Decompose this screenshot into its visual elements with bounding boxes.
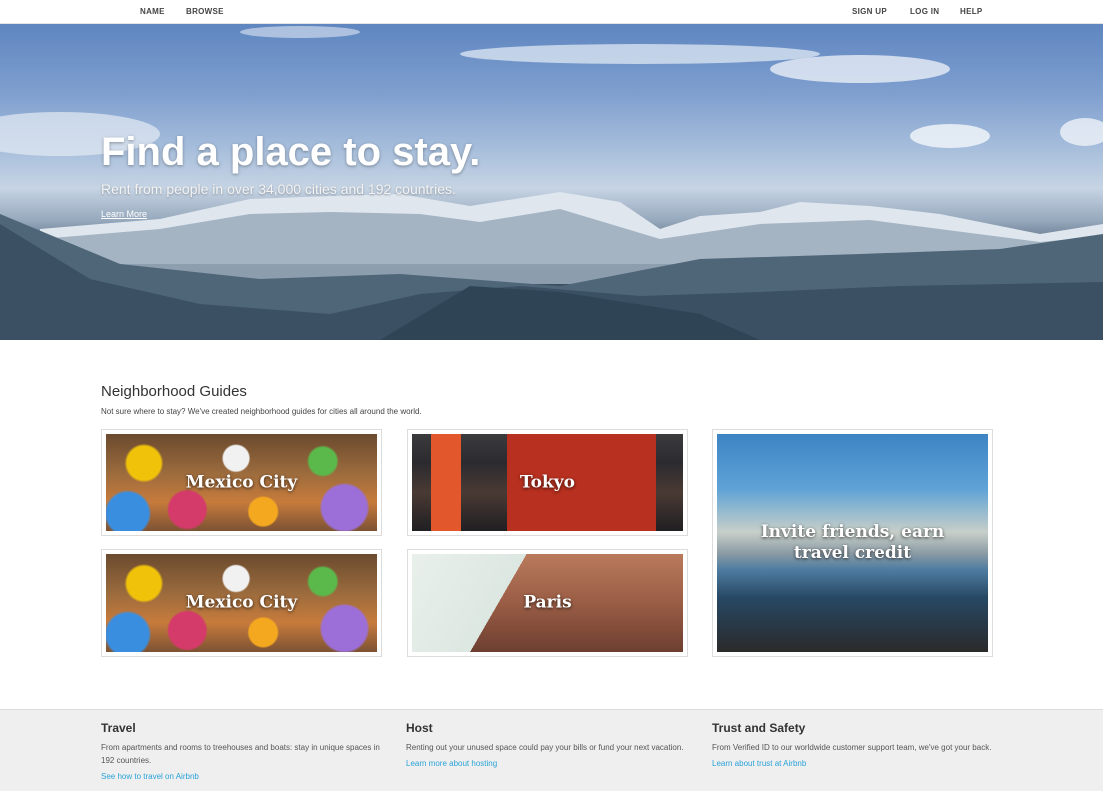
nav-log-in-link[interactable]: LOG IN — [910, 7, 939, 16]
nav-browse-link[interactable]: BROWSE — [186, 7, 224, 16]
footer-trust-link[interactable]: Learn about trust at Airbnb — [712, 759, 1002, 768]
footer-trust: Trust and Safety From Verified ID to our… — [712, 721, 1002, 768]
mexico-city-image: Mexico City — [106, 554, 377, 652]
hero-subtitle: Rent from people in over 34,000 cities a… — [101, 181, 456, 197]
footer-host-title: Host — [406, 721, 433, 735]
footer-host-link[interactable]: Learn more about hosting — [406, 759, 686, 768]
guide-card-paris[interactable]: Paris — [407, 549, 688, 657]
footer-travel-text: From apartments and rooms to treehouses … — [101, 743, 380, 765]
nav-sign-up-link[interactable]: SIGN UP — [852, 7, 887, 16]
guide-card-label: Mexico City — [185, 471, 298, 492]
footer-travel-link[interactable]: See how to travel on Airbnb — [101, 772, 381, 781]
mexico-city-image: Mexico City — [106, 434, 377, 531]
nav-help-link[interactable]: HELP — [960, 7, 983, 16]
invite-friends-card[interactable]: Invite friends, earn travel credit — [712, 429, 993, 657]
guide-card-mexico-city-2[interactable]: Mexico City — [101, 549, 382, 657]
footer-travel-title: Travel — [101, 721, 136, 735]
guide-card-label: Paris — [523, 592, 572, 613]
section-title: Neighborhood Guides — [101, 383, 247, 400]
guide-card-mexico-city[interactable]: Mexico City — [101, 429, 382, 536]
invite-friends-label: Invite friends, earn travel credit — [760, 521, 945, 563]
tokyo-image: Tokyo — [412, 434, 683, 531]
footer-trust-title: Trust and Safety — [712, 721, 806, 735]
learn-more-link[interactable]: Learn More — [101, 209, 147, 219]
footer-host: Host Renting out your unused space could… — [406, 721, 686, 768]
footer: Travel From apartments and rooms to tree… — [0, 709, 1103, 791]
nav-name-link[interactable]: NAME — [140, 7, 165, 16]
hero-banner: Find a place to stay. Rent from people i… — [0, 24, 1103, 340]
guide-card-label: Tokyo — [519, 471, 576, 492]
paris-image: Paris — [412, 554, 683, 652]
top-nav: NAME BROWSE SIGN UP LOG IN HELP — [0, 0, 1103, 24]
footer-trust-text: From Verified ID to our worldwide custom… — [712, 743, 992, 752]
footer-host-text: Renting out your unused space could pay … — [406, 743, 684, 752]
invite-friends-image: Invite friends, earn travel credit — [717, 434, 988, 652]
footer-travel: Travel From apartments and rooms to tree… — [101, 721, 381, 781]
guide-card-label: Mexico City — [185, 592, 298, 613]
section-subtitle: Not sure where to stay? We've created ne… — [101, 407, 422, 416]
guide-card-tokyo[interactable]: Tokyo — [407, 429, 688, 536]
hero-title: Find a place to stay. — [101, 130, 481, 174]
